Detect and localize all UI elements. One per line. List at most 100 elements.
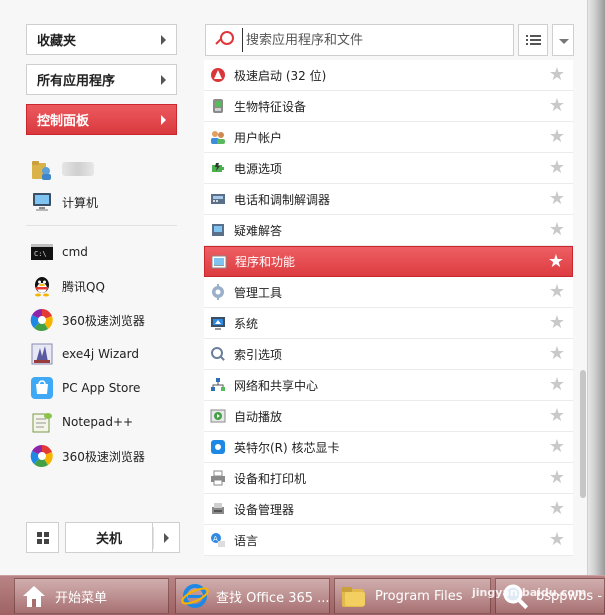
pinned-computer[interactable]: 计算机 <box>30 188 190 216</box>
list-item[interactable]: 电源选项 ★ <box>204 153 573 184</box>
chevron-right-icon <box>161 75 166 85</box>
list-item[interactable]: 自动播放 ★ <box>204 401 573 432</box>
cmd-icon: C:\ <box>30 240 54 264</box>
user-folder-icon <box>30 157 54 181</box>
app-label: 计算机 <box>62 195 99 210</box>
recent-app-exe4j[interactable]: exe4j Wizard <box>30 340 190 368</box>
item-label: 程序和功能 <box>235 255 296 269</box>
home-icon <box>19 581 49 611</box>
phone-modem-icon <box>210 191 226 207</box>
list-item[interactable]: 索引选项 ★ <box>204 339 573 370</box>
app-label: cmd <box>62 245 88 259</box>
grid-icon <box>36 531 49 544</box>
control-panel-list: 极速启动 (32 位) ★ 生物特征设备 ★ 用户帐户 ★ 电源选项 ★ 电话和… <box>204 60 573 560</box>
360-browser-icon <box>30 308 54 332</box>
system-icon <box>210 315 226 331</box>
favorite-star-icon[interactable]: ★ <box>549 282 565 302</box>
notepad-icon <box>30 410 54 434</box>
favorite-star-icon[interactable]: ★ <box>549 499 565 519</box>
app-label: 360极速浏览器 <box>62 313 145 328</box>
item-label: 生物特征设备 <box>234 99 307 114</box>
list-item[interactable]: 电话和调制解调器 ★ <box>204 184 573 215</box>
user-account-entry[interactable] <box>30 155 190 183</box>
favorite-star-icon[interactable]: ★ <box>549 406 565 426</box>
favorite-star-icon[interactable]: ★ <box>549 96 565 116</box>
favorite-star-icon[interactable]: ★ <box>549 189 565 209</box>
search-icon <box>214 29 236 51</box>
item-label: 设备管理器 <box>234 502 295 517</box>
list-scrollbar[interactable] <box>580 370 586 498</box>
item-label: 网络和共享中心 <box>234 378 319 393</box>
recent-app-qq[interactable]: 腾讯QQ <box>30 272 190 300</box>
list-item[interactable]: A 语言 ★ <box>204 525 573 556</box>
item-label: 设备和打印机 <box>234 471 307 486</box>
list-item[interactable]: 管理工具 ★ <box>204 277 573 308</box>
start-menu: 收藏夹 所有应用程序 控制面板 计算机 C:\ cmd 腾讯QQ 360极速浏览… <box>0 0 588 575</box>
task-label: Program Files <box>375 588 463 604</box>
recent-app-360-browser[interactable]: 360极速浏览器 <box>30 306 190 334</box>
network-icon <box>210 377 226 393</box>
task-label: 查找 Office 365 ... <box>216 590 330 606</box>
list-item[interactable]: 设备和打印机 ★ <box>204 463 573 494</box>
desktop-background <box>588 0 605 575</box>
item-label: 用户帐户 <box>234 130 283 145</box>
taskbar-item-explorer[interactable]: Program Files <box>334 578 491 614</box>
all-apps-grid-button[interactable] <box>26 522 59 553</box>
favorite-star-icon[interactable]: ★ <box>549 375 565 395</box>
favorite-star-icon[interactable]: ★ <box>549 530 565 550</box>
app-label: 360极速浏览器 <box>62 449 145 464</box>
shutdown-options-button[interactable] <box>152 522 180 553</box>
recent-app-360-browser-2[interactable]: 360极速浏览器 <box>30 442 190 470</box>
favorite-star-icon[interactable]: ★ <box>549 344 565 364</box>
power-options-icon <box>210 160 226 176</box>
favorite-star-icon[interactable]: ★ <box>549 65 565 85</box>
360-browser-icon <box>30 444 54 468</box>
favorite-star-icon[interactable]: ★ <box>549 468 565 488</box>
favorite-star-icon[interactable]: ★ <box>548 252 564 272</box>
taskbar-item-ie[interactable]: 查找 Office 365 ... <box>175 578 330 614</box>
left-panel: 收藏夹 所有应用程序 控制面板 计算机 C:\ cmd 腾讯QQ 360极速浏览… <box>0 0 195 575</box>
list-item[interactable]: 程序和功能 ★ <box>204 246 573 277</box>
favorite-star-icon[interactable]: ★ <box>549 158 565 178</box>
category-all-programs[interactable]: 所有应用程序 <box>26 64 177 95</box>
autoplay-icon <box>210 408 226 424</box>
chevron-right-icon <box>161 115 166 125</box>
search-input[interactable] <box>242 28 492 52</box>
category-control-panel[interactable]: 控制面板 <box>26 104 177 135</box>
search-bar <box>205 24 514 56</box>
category-label: 控制面板 <box>37 114 90 129</box>
list-icon <box>526 35 541 46</box>
app-label: exe4j Wizard <box>62 347 139 361</box>
recent-app-cmd[interactable]: C:\ cmd <box>30 238 190 266</box>
view-dropdown-button[interactable] <box>552 24 574 56</box>
recent-app-pc-app-store[interactable]: PC App Store <box>30 374 190 402</box>
list-item[interactable]: 极速启动 (32 位) ★ <box>204 60 573 91</box>
item-label: 系统 <box>234 316 259 331</box>
shutdown-label: 关机 <box>95 532 122 547</box>
favorite-star-icon[interactable]: ★ <box>549 437 565 457</box>
user-name-redacted <box>62 162 94 176</box>
item-label: 电话和调制解调器 <box>234 192 331 207</box>
list-item[interactable]: 系统 ★ <box>204 308 573 339</box>
favorite-star-icon[interactable]: ★ <box>549 127 565 147</box>
index-options-icon <box>210 346 226 362</box>
favorite-star-icon[interactable]: ★ <box>549 220 565 240</box>
category-favorites[interactable]: 收藏夹 <box>26 24 177 55</box>
list-item[interactable]: 疑难解答 ★ <box>204 215 573 246</box>
device-manager-icon <box>210 501 226 517</box>
recent-app-notepad[interactable]: Notepad++ <box>30 408 190 436</box>
users-icon <box>210 129 226 145</box>
list-item[interactable]: 生物特征设备 ★ <box>204 91 573 122</box>
list-item[interactable]: 用户帐户 ★ <box>204 122 573 153</box>
biometric-icon <box>210 98 226 114</box>
list-item[interactable]: 英特尔(R) 核芯显卡 ★ <box>204 432 573 463</box>
app-store-icon <box>30 376 54 400</box>
list-view-button[interactable] <box>518 24 548 56</box>
list-item[interactable]: 网络和共享中心 ★ <box>204 370 573 401</box>
start-menu-button[interactable]: 开始菜单 <box>14 578 169 614</box>
quick-launch-icon <box>210 67 226 83</box>
favorite-star-icon[interactable]: ★ <box>549 313 565 333</box>
list-item[interactable]: 设备管理器 ★ <box>204 494 573 525</box>
language-icon: A <box>210 532 226 548</box>
shutdown-button[interactable]: 关机 <box>65 522 152 553</box>
